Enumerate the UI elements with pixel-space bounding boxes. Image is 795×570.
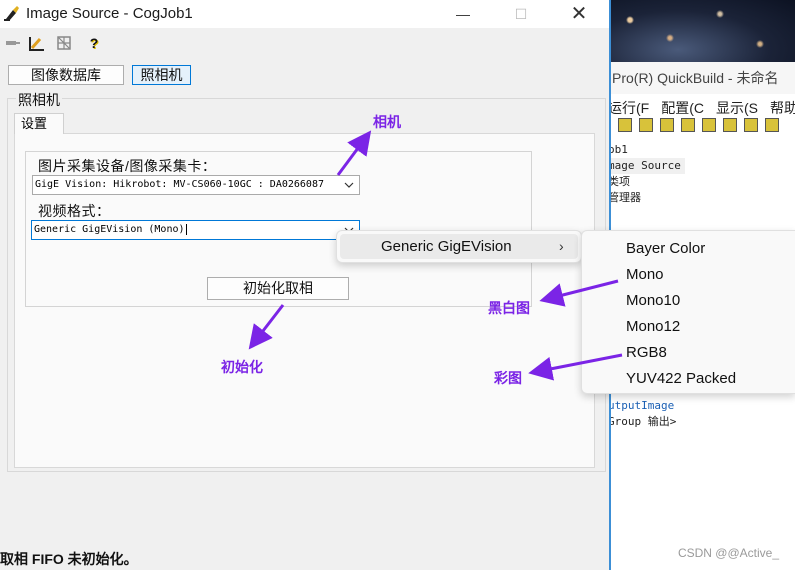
toolbar-icon[interactable] [765,118,779,132]
status-bar: 取相 FIFO 未初始化。 [0,551,138,567]
toolbar-icon[interactable] [681,118,695,132]
format-context-menu: Generic GigEVision › [336,230,582,263]
submenu-item-bayer-color[interactable]: Bayer Color [626,240,705,257]
image-database-button[interactable]: 图像数据库 [8,65,124,85]
toolbar-icon[interactable] [744,118,758,132]
quickbuild-toolbar [600,118,795,136]
submenu-item-rgb8[interactable]: RGB8 [626,344,667,361]
watermark: CSDN @@Active_ [677,546,779,560]
maximize-button[interactable]: ☐ [492,0,550,28]
device-label: 图片采集设备/图像采集卡： [38,158,217,174]
tree-item[interactable]: ob1 [600,142,795,158]
toolbar-icon[interactable] [702,118,716,132]
app-icon [4,6,19,21]
title-bar: Image Source - CogJob1 — ☐ ✕ [0,0,609,28]
grid-icon[interactable] [55,34,73,52]
submenu-item-mono10[interactable]: Mono10 [626,292,680,309]
format-label: 视频格式： [38,203,111,219]
initialize-acquisition-button[interactable]: 初始化取相 [207,277,349,300]
group-legend: 照相机 [16,90,62,110]
chevron-down-icon [344,182,354,188]
submenu-item-mono[interactable]: Mono [626,266,664,283]
minimize-button[interactable]: — [434,0,492,28]
menu-item-label: Generic GigEVision [381,238,512,255]
submenu-item-yuv422-packed[interactable]: YUV422 Packed [626,370,736,387]
tree-item[interactable]: mage Source [608,158,685,174]
tool-toolbar: ? [0,30,609,54]
device-select[interactable]: GigE Vision: Hikrobot: MV-CS060-10GC : D… [32,175,360,195]
tree-item[interactable]: 管理器 [600,190,795,206]
camera-button[interactable]: 照相机 [132,65,191,85]
quickbuild-title: Pro(R) QuickBuild - 未命名 [600,62,795,94]
close-button[interactable]: ✕ [550,0,608,28]
chevron-right-icon: › [559,238,564,254]
image-source-window: Image Source - CogJob1 — ☐ ✕ ? 图像数据库 照相机… [0,0,611,570]
pin-icon[interactable] [4,34,22,52]
ruler-icon[interactable] [28,34,46,52]
tree-item[interactable]: Group 输出> [600,414,795,430]
format-value: Generic GigEVision (Mono) [34,224,185,235]
tree-item[interactable]: utputImage [600,398,795,414]
help-icon[interactable]: ? [85,34,103,52]
tab-settings[interactable]: 设置 [14,113,64,134]
device-value: GigE Vision: Hikrobot: MV-CS060-10GC : D… [35,179,324,190]
toolbar-icon[interactable] [639,118,653,132]
job-tree-lower: utputImage Group 输出> [600,398,795,430]
video-format-select[interactable]: Generic GigEVision (Mono) [31,220,360,240]
annotation-mono: 黑白图 [488,300,530,316]
toolbar-icon[interactable] [723,118,737,132]
desktop-wallpaper [600,0,795,62]
toolbar-icon[interactable] [618,118,632,132]
annotation-init: 初始化 [221,359,263,375]
format-submenu: Bayer Color Mono Mono10 Mono12 RGB8 YUV4… [581,230,795,394]
job-tree: ob1 mage Source 类项 管理器 [600,142,795,206]
submenu-item-mono12[interactable]: Mono12 [626,318,680,335]
tree-item[interactable]: 类项 [600,174,795,190]
toolbar-icon[interactable] [660,118,674,132]
annotation-color: 彩图 [494,370,522,386]
annotation-camera: 相机 [373,114,401,130]
window-title: Image Source - CogJob1 [26,5,193,22]
